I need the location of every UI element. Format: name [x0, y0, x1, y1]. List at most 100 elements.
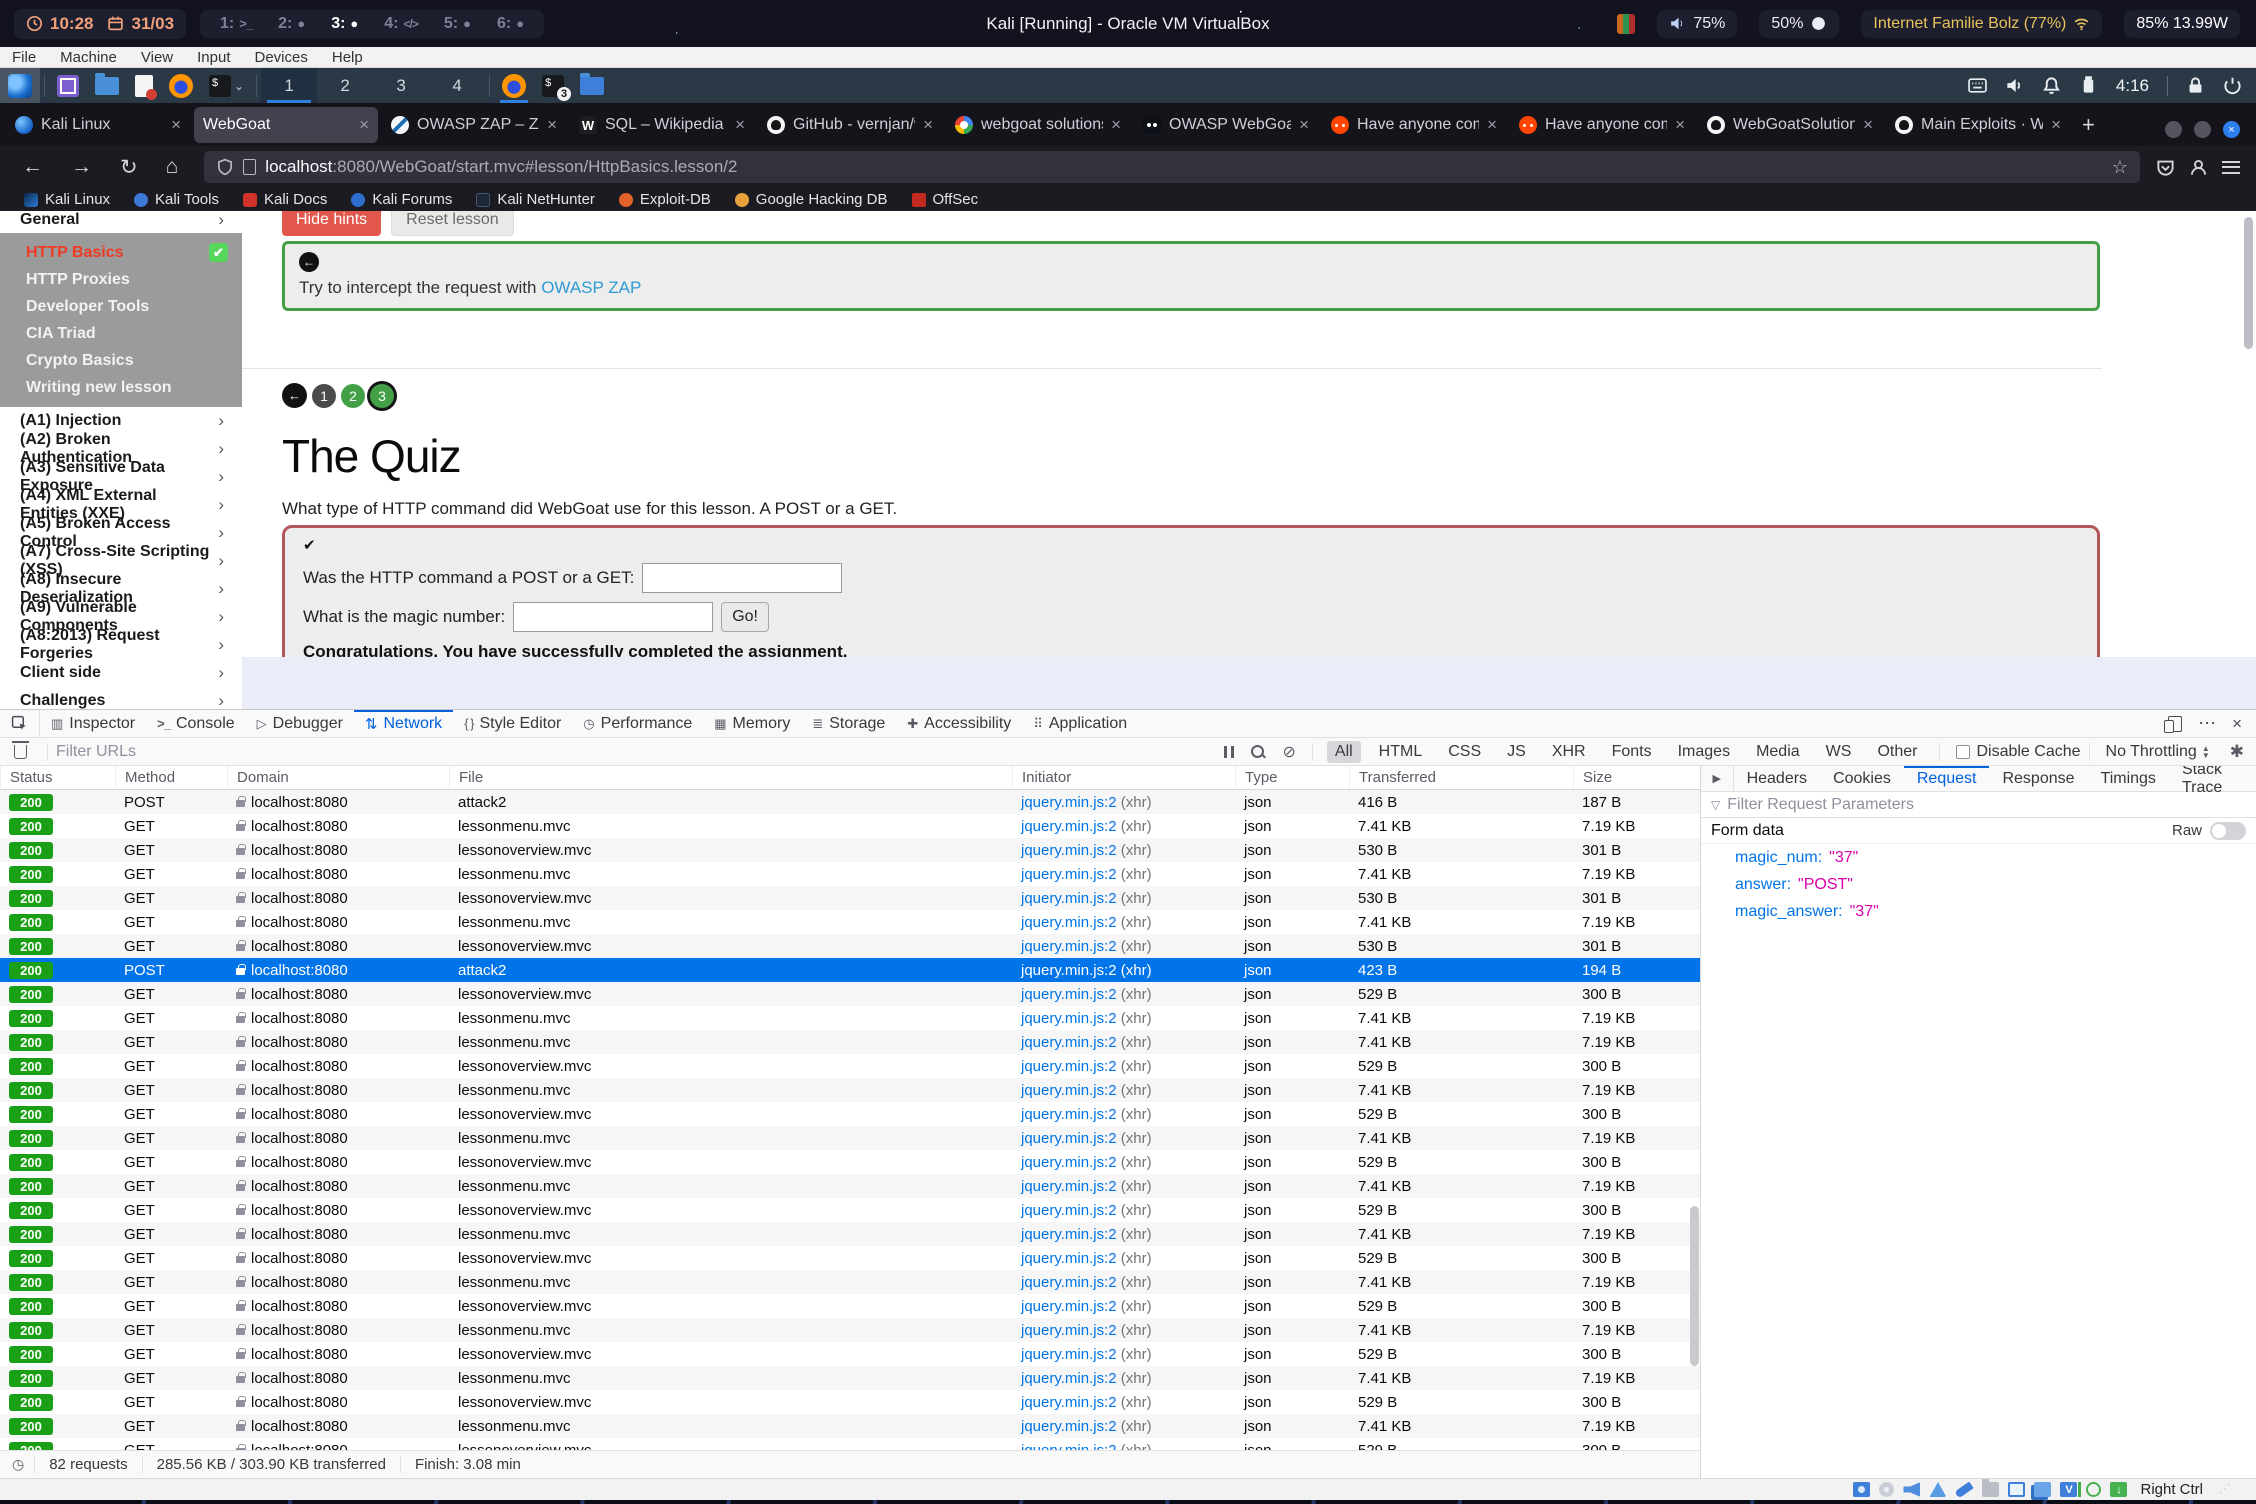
bookmark-item[interactable]: Kali Forums	[341, 191, 462, 208]
initiator-link[interactable]: jquery.min.js:2	[1021, 962, 1117, 979]
volume-indicator[interactable]: 75%	[1657, 10, 1737, 38]
reset-lesson-button[interactable]: Reset lesson	[391, 211, 514, 236]
resend-icon[interactable]: ▶	[1701, 766, 1734, 791]
audio-icon[interactable]	[1903, 1482, 1920, 1497]
network-request-row[interactable]: 200 GET localhost:8080 lessonoverview.mv…	[0, 1246, 1700, 1270]
display-icon[interactable]	[2008, 1482, 2025, 1497]
initiator-link[interactable]: jquery.min.js:2	[1021, 890, 1117, 907]
browser-tab[interactable]: SQL – Wikipedia ×	[570, 107, 754, 143]
network-request-row[interactable]: 200 GET localhost:8080 lessonoverview.mv…	[0, 886, 1700, 910]
question1-input[interactable]	[642, 563, 842, 593]
initiator-link[interactable]: jquery.min.js:2	[1021, 1418, 1117, 1435]
app-launcher-firefox[interactable]	[161, 68, 201, 103]
host-workspace[interactable]: 6:	[497, 15, 524, 33]
tray-icon[interactable]	[1617, 14, 1635, 34]
devtools-tab[interactable]: Console	[146, 710, 246, 737]
network-request-row[interactable]: 200 GET localhost:8080 lessonoverview.mv…	[0, 1438, 1700, 1450]
initiator-link[interactable]: jquery.min.js:2	[1021, 1346, 1117, 1363]
browser-tab[interactable]: GitHub - vernjan/we ×	[758, 107, 942, 143]
battery-indicator[interactable]: 85% 13.99W	[2124, 10, 2240, 38]
details-tab[interactable]: Request	[1904, 766, 1990, 791]
app-launcher-files[interactable]	[87, 68, 127, 103]
host-workspace[interactable]: 3:	[331, 15, 358, 33]
initiator-link[interactable]: jquery.min.js:2	[1021, 818, 1117, 835]
network-request-row[interactable]: 200 POST localhost:8080 attack2 jquery.m…	[0, 958, 1700, 982]
bookmark-star-icon[interactable]: ☆	[2112, 157, 2128, 178]
element-picker-button[interactable]	[0, 710, 40, 737]
taskbar-clock[interactable]: 4:16	[2116, 76, 2149, 96]
responsive-mode-icon[interactable]	[2168, 716, 2182, 732]
search-icon[interactable]	[1250, 744, 1266, 760]
network-request-row[interactable]: 200 GET localhost:8080 lessonmenu.mvc jq…	[0, 910, 1700, 934]
tab-close-icon[interactable]: ×	[1111, 115, 1121, 135]
bookmark-item[interactable]: Kali Linux	[14, 191, 120, 208]
minimize-button[interactable]	[2165, 121, 2182, 138]
url-text[interactable]: localhost:8080/WebGoat/start.mvc#lesson/…	[265, 157, 2103, 177]
sidebar-lesson-item[interactable]: Writing new lesson ✔	[0, 374, 242, 401]
sidebar-category[interactable]: (A8:2013) Request Forgeries ›	[0, 631, 242, 659]
resize-grip[interactable]	[2218, 1484, 2230, 1496]
network-request-row[interactable]: 200 GET localhost:8080 lessonmenu.mvc jq…	[0, 1126, 1700, 1150]
bookmark-item[interactable]: Kali NetHunter	[466, 191, 605, 208]
optical-disc-icon[interactable]	[1879, 1482, 1894, 1497]
column-header[interactable]: Initiator	[1012, 766, 1235, 789]
network-request-row[interactable]: 200 GET localhost:8080 lessonoverview.mv…	[0, 1150, 1700, 1174]
initiator-link[interactable]: jquery.min.js:2	[1021, 1058, 1117, 1075]
pause-icon[interactable]	[1224, 746, 1234, 758]
shared-folder-icon[interactable]	[1982, 1482, 1999, 1497]
devtools-tab[interactable]: Inspector	[40, 710, 146, 737]
network-request-row[interactable]: 200 GET localhost:8080 lessonoverview.mv…	[0, 1342, 1700, 1366]
usb-icon[interactable]	[1955, 1481, 1974, 1498]
column-header[interactable]: Domain	[227, 766, 449, 789]
devtools-tab[interactable]: Storage	[801, 710, 896, 737]
kali-menu-button[interactable]	[0, 68, 40, 103]
sidebar-lesson-item[interactable]: CIA Triad ✔	[0, 320, 242, 347]
tab-close-icon[interactable]: ×	[1675, 115, 1685, 135]
block-icon[interactable]: ⊘	[1282, 742, 1295, 762]
initiator-link[interactable]: jquery.min.js:2	[1021, 794, 1117, 811]
question2-input[interactable]	[513, 602, 713, 632]
browser-tab[interactable]: OWASP WebGoat: G ×	[1134, 107, 1318, 143]
keyboard-icon[interactable]	[1968, 76, 1987, 95]
taskbar-workspace[interactable]: 1	[261, 68, 317, 103]
details-tab[interactable]: Headers	[1734, 766, 1820, 791]
form-data-param[interactable]: magic_answer: "37"	[1701, 898, 2256, 925]
network-request-row[interactable]: 200 GET localhost:8080 lessonmenu.mvc jq…	[0, 1222, 1700, 1246]
raw-toggle[interactable]	[2210, 822, 2246, 840]
taskbar-window-terminal[interactable]: $ 3	[534, 68, 572, 103]
network-request-row[interactable]: 200 GET localhost:8080 lessonoverview.mv…	[0, 1198, 1700, 1222]
devtools-tab[interactable]: Style Editor	[453, 710, 572, 737]
network-request-row[interactable]: 200 GET localhost:8080 lessonmenu.mvc jq…	[0, 1006, 1700, 1030]
hdd-activity-icon[interactable]	[1853, 1482, 1870, 1497]
app-launcher-terminal[interactable]: $⌄	[201, 68, 252, 103]
app-launcher-editor[interactable]	[127, 68, 161, 103]
network-request-row[interactable]: 200 GET localhost:8080 lessonmenu.mvc jq…	[0, 814, 1700, 838]
initiator-link[interactable]: jquery.min.js:2	[1021, 1442, 1117, 1451]
browser-tab[interactable]: OWASP ZAP – ZAP i ×	[382, 107, 566, 143]
app-launcher-apps[interactable]	[49, 68, 87, 103]
disable-cache-checkbox[interactable]	[1956, 745, 1970, 759]
back-button[interactable]: ←	[12, 155, 53, 179]
previous-page-button[interactable]: ←	[282, 383, 307, 408]
initiator-link[interactable]: jquery.min.js:2	[1021, 1106, 1117, 1123]
browser-tab[interactable]: Have anyone comple ×	[1322, 107, 1506, 143]
vbox-menu-item[interactable]: Help	[320, 49, 375, 66]
tab-close-icon[interactable]: ×	[735, 115, 745, 135]
bookmark-item[interactable]: Exploit-DB	[609, 191, 721, 208]
owasp-zap-link[interactable]: OWASP ZAP	[541, 278, 641, 297]
network-request-row[interactable]: 200 GET localhost:8080 lessonmenu.mvc jq…	[0, 1414, 1700, 1438]
initiator-link[interactable]: jquery.min.js:2	[1021, 1322, 1117, 1339]
throttling-select[interactable]: No Throttling ▲▼	[2098, 743, 2218, 761]
initiator-link[interactable]: jquery.min.js:2	[1021, 866, 1117, 883]
network-request-row[interactable]: 200 GET localhost:8080 lessonmenu.mvc jq…	[0, 1078, 1700, 1102]
mouse-integration-icon[interactable]	[2086, 1482, 2101, 1497]
menu-icon[interactable]	[2222, 161, 2240, 174]
network-request-row[interactable]: 200 GET localhost:8080 lessonoverview.mv…	[0, 838, 1700, 862]
tab-close-icon[interactable]: ×	[547, 115, 557, 135]
initiator-link[interactable]: jquery.min.js:2	[1021, 1034, 1117, 1051]
network-request-row[interactable]: 200 GET localhost:8080 lessonmenu.mvc jq…	[0, 1366, 1700, 1390]
new-tab-button[interactable]: +	[2072, 112, 2107, 146]
table-scrollbar[interactable]	[1690, 1206, 1699, 1366]
shield-icon[interactable]	[216, 158, 234, 176]
bookmark-item[interactable]: Kali Docs	[233, 191, 337, 208]
